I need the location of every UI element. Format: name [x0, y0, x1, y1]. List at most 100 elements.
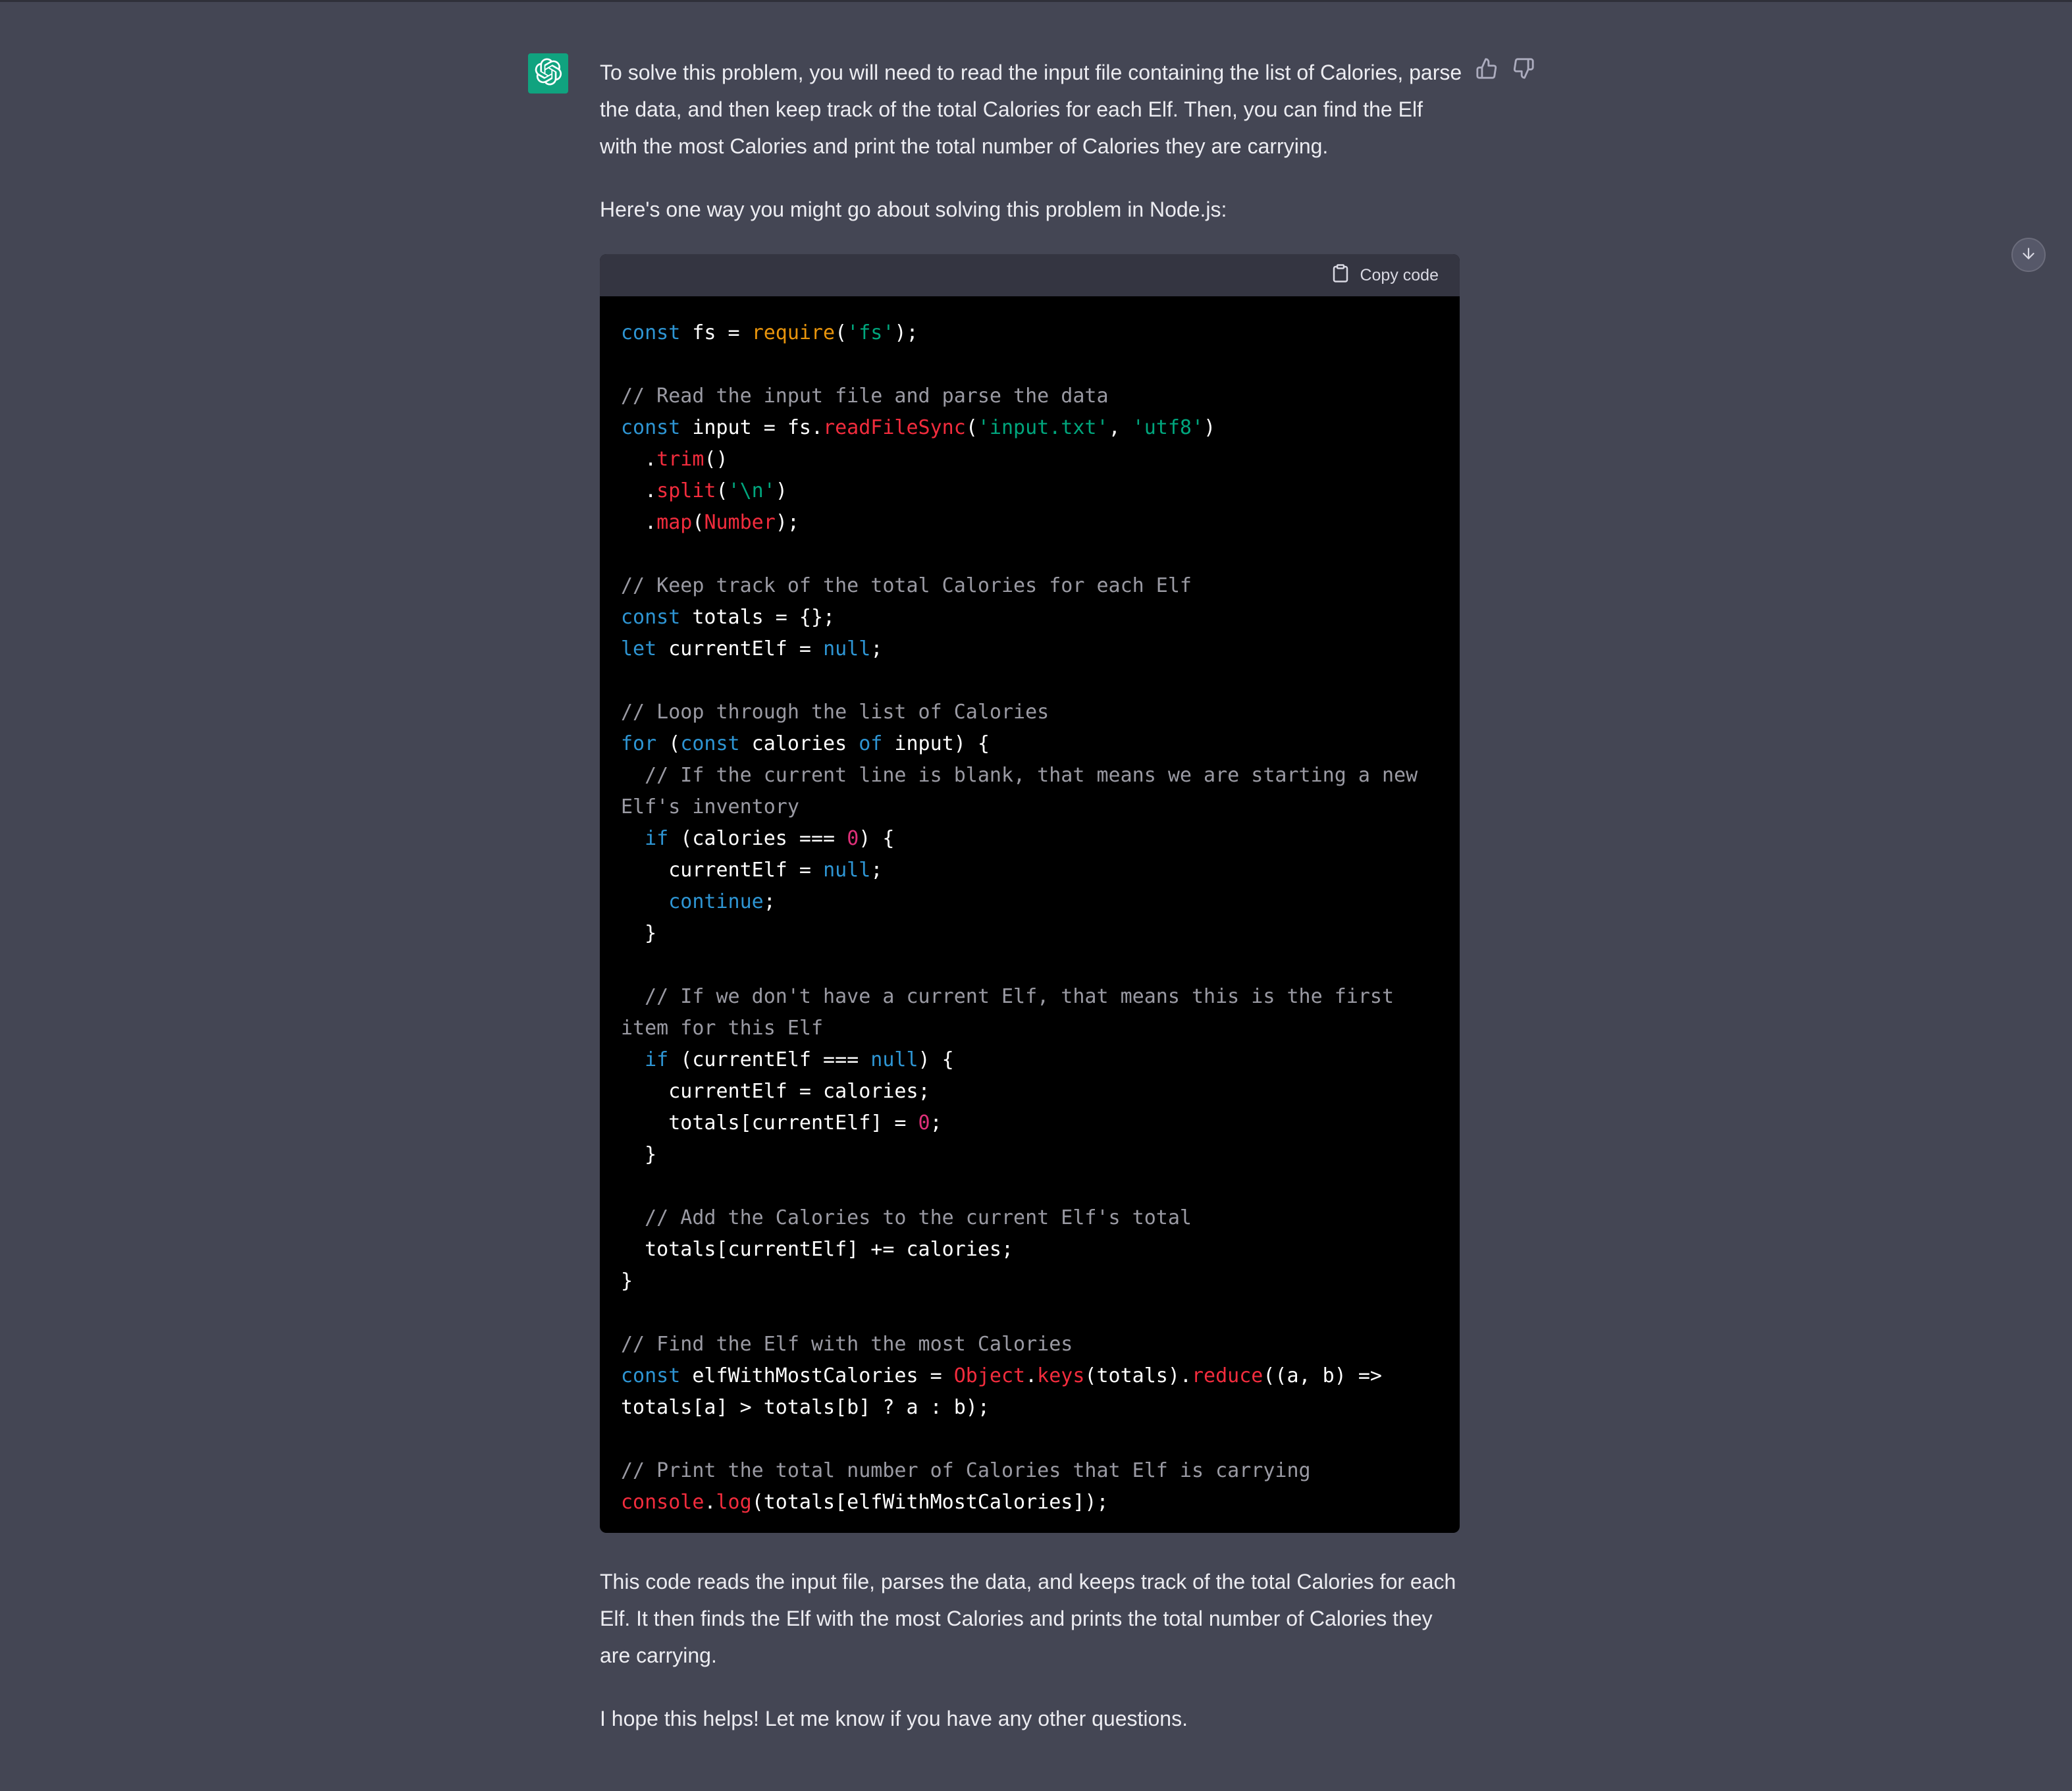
thumbs-up-button[interactable] — [1474, 57, 1500, 83]
code-line: totals[currentElf] = 0; — [621, 1108, 1439, 1139]
code-string: '\n' — [728, 479, 776, 502]
code-string: 'utf8' — [1132, 416, 1204, 439]
code-line: if (calories === 0) { — [621, 823, 1439, 855]
code-text: ; — [870, 637, 883, 660]
code-text: ( — [965, 416, 978, 439]
code-text: . — [621, 511, 657, 534]
code-string: 'fs' — [847, 321, 895, 344]
code-line: .map(Number); — [621, 507, 1439, 539]
code-keyword: const — [621, 1364, 681, 1387]
code-text: ( — [716, 479, 728, 502]
code-function: trim — [656, 448, 704, 471]
code-line: currentElf = calories; — [621, 1076, 1439, 1108]
code-text: (currentElf === — [668, 1048, 871, 1071]
openai-logo-icon — [535, 58, 562, 89]
code-text: totals[currentElf] = — [621, 1111, 918, 1135]
scroll-to-bottom-button[interactable] — [2011, 238, 2046, 272]
code-text: input = fs. — [680, 416, 824, 439]
code-block-header: Copy code — [600, 254, 1460, 296]
code-line: let currentElf = null; — [621, 633, 1439, 665]
assistant-message: To solve this problem, you will need to … — [600, 54, 1462, 1763]
code-text: (totals[elfWithMostCalories]); — [751, 1491, 1109, 1514]
code-line: const fs = require('fs'); — [621, 317, 1439, 349]
copy-code-button[interactable]: Copy code — [1331, 254, 1439, 296]
code-line: } — [621, 1266, 1439, 1297]
assistant-avatar — [528, 53, 568, 94]
code-line: // Add the Calories to the current Elf's… — [621, 1202, 1439, 1234]
message-paragraph: This code reads the input file, parses t… — [600, 1570, 1456, 1667]
code-text: ) { — [918, 1048, 954, 1071]
code-number: 0 — [847, 827, 859, 850]
code-line: totals[currentElf] += calories; — [621, 1234, 1439, 1266]
code-comment: // Loop through the list of Calories — [621, 701, 1049, 724]
code-text: ; — [930, 1111, 942, 1135]
code-line: } — [621, 1139, 1439, 1171]
code-text: ) — [1204, 416, 1216, 439]
code-text: ; — [763, 890, 776, 913]
code-line: } — [621, 918, 1439, 949]
code-text: ; — [870, 859, 883, 882]
code-function: map — [656, 511, 693, 534]
code-text: input) { — [882, 732, 990, 755]
code-text: . — [1025, 1364, 1038, 1387]
thumbs-up-icon — [1475, 57, 1498, 83]
code-line: // Print the total number of Calories th… — [621, 1455, 1439, 1487]
code-builtin: Object — [953, 1364, 1026, 1387]
copy-code-label: Copy code — [1360, 265, 1439, 284]
code-builtin: Number — [704, 511, 776, 534]
code-comment: // Read the input file and parse the dat… — [621, 385, 1109, 408]
code-text: calories — [739, 732, 859, 755]
code-keyword: let — [621, 637, 657, 660]
clipboard-icon — [1331, 263, 1360, 288]
code-text: elfWithMostCalories = — [680, 1364, 954, 1387]
code-number: 0 — [918, 1111, 930, 1135]
thumbs-down-button[interactable] — [1510, 57, 1537, 83]
code-keyword: if — [645, 1048, 669, 1071]
code-text: () — [704, 448, 728, 471]
code-keyword: null — [870, 1048, 918, 1071]
code-keyword: const — [621, 321, 681, 344]
code-keyword: null — [823, 859, 871, 882]
code-function: keys — [1037, 1364, 1085, 1387]
code-text: } — [621, 1270, 633, 1293]
code-text: ) — [775, 479, 787, 502]
code-line: .split('\n') — [621, 475, 1439, 507]
code-line: // If the current line is blank, that me… — [621, 760, 1439, 823]
code-line: const totals = {}; — [621, 602, 1439, 633]
code-comment: // Find the Elf with the most Calories — [621, 1333, 1073, 1356]
code-text: fs = — [680, 321, 752, 344]
code-line: const elfWithMostCalories = Object.keys(… — [621, 1360, 1439, 1424]
code-line: for (const calories of input) { — [621, 728, 1439, 760]
code-text: ); — [894, 321, 918, 344]
code-function: reduce — [1191, 1364, 1263, 1387]
code-content[interactable]: const fs = require('fs');// Read the inp… — [600, 296, 1460, 1533]
code-line: console.log(totals[elfWithMostCalories])… — [621, 1487, 1439, 1518]
arrow-down-icon — [2020, 245, 2037, 265]
code-keyword: of — [859, 732, 883, 755]
code-function: split — [656, 479, 716, 502]
code-line: continue; — [621, 886, 1439, 918]
code-text: , — [1108, 416, 1132, 439]
code-line: if (currentElf === null) { — [621, 1044, 1439, 1076]
code-comment: // Add the Calories to the current Elf's… — [621, 1206, 1192, 1229]
code-require: require — [751, 321, 836, 344]
code-string: 'input.txt' — [977, 416, 1109, 439]
code-comment: // Print the total number of Calories th… — [621, 1459, 1311, 1482]
message-paragraph: I hope this helps! Let me know if you ha… — [600, 1707, 1188, 1730]
code-line: .trim() — [621, 444, 1439, 475]
message-paragraph: Here's one way you might go about solvin… — [600, 198, 1227, 221]
code-function: readFileSync — [823, 416, 966, 439]
code-block: Copy code const fs = require('fs');// Re… — [600, 254, 1460, 1533]
code-comment: // If we don't have a current Elf, that … — [621, 985, 1406, 1040]
message-paragraph: To solve this problem, you will need to … — [600, 61, 1462, 158]
code-keyword: const — [680, 732, 740, 755]
